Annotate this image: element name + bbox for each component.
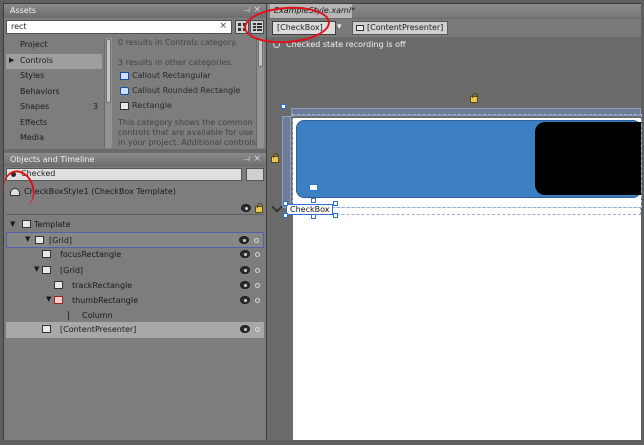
content-presenter-icon bbox=[42, 325, 51, 333]
timeline-toggle-button[interactable] bbox=[246, 168, 264, 181]
category-item-styles[interactable]: Styles bbox=[6, 69, 102, 85]
objects-panel-header: Objects and Timeline ⊣ × bbox=[4, 153, 266, 167]
tree-node-focusrectangle[interactable]: focusRectangle bbox=[6, 247, 264, 263]
resize-handle[interactable] bbox=[333, 201, 338, 206]
asset-results: 0 results in Controls category. 3 result… bbox=[118, 38, 256, 148]
tree-node-template[interactable]: ▼ Template bbox=[6, 217, 264, 233]
visibility-eye-icon[interactable] bbox=[240, 250, 250, 258]
close-icon[interactable]: × bbox=[253, 154, 261, 164]
style-template-scope[interactable]: CheckBoxStyle1 (CheckBox Template) bbox=[6, 186, 264, 200]
rectangle-icon bbox=[120, 102, 129, 110]
results-scrollbar-thumb[interactable] bbox=[258, 39, 263, 67]
visibility-eye-icon[interactable] bbox=[239, 236, 249, 244]
pin-icon[interactable]: ⊣ bbox=[243, 155, 250, 164]
checkbox-label: CheckBox bbox=[290, 205, 330, 214]
category-item-behaviors[interactable]: Behaviors bbox=[6, 85, 102, 101]
category-description: This category shows the common controls … bbox=[118, 118, 256, 147]
category-item-media[interactable]: Media bbox=[6, 131, 102, 147]
thumb-rectangle[interactable] bbox=[535, 122, 641, 195]
property-icon bbox=[68, 311, 72, 320]
lock-icon[interactable] bbox=[470, 93, 478, 103]
assets-search-input[interactable]: rect × bbox=[6, 20, 232, 34]
adorner-handle[interactable] bbox=[281, 104, 286, 109]
assets-panel-title: Assets bbox=[10, 6, 37, 15]
grid-icon bbox=[35, 236, 44, 244]
grid-ruler-left[interactable] bbox=[282, 116, 291, 208]
tree-node-trackrectangle[interactable]: trackRectangle bbox=[6, 278, 264, 294]
tree-node-contentpresenter[interactable]: [ContentPresenter] bbox=[6, 322, 264, 338]
asset-item-callout-rounded-rectangle[interactable]: Callout Rounded Rectangle bbox=[118, 85, 256, 100]
breadcrumb-menu-icon[interactable]: ▾ bbox=[337, 22, 347, 34]
collapse-arrow-icon[interactable]: ▼ bbox=[10, 220, 15, 228]
category-item-controls[interactable]: ▶ Controls bbox=[6, 53, 102, 69]
rectangle-icon bbox=[42, 250, 51, 258]
grid-icon bbox=[42, 266, 51, 274]
collapse-arrow-icon[interactable]: ▼ bbox=[34, 265, 39, 273]
clear-search-icon[interactable]: × bbox=[219, 21, 227, 31]
category-scrollbar-thumb[interactable] bbox=[106, 39, 111, 103]
checkbox-content-presenter[interactable]: CheckBox bbox=[286, 204, 334, 215]
assets-panel-header: Assets ⊣ × bbox=[4, 4, 266, 18]
content-presenter-adorner-icon[interactable] bbox=[309, 184, 318, 191]
template-icon bbox=[22, 220, 31, 228]
divider bbox=[6, 214, 264, 215]
pin-icon[interactable]: ⊣ bbox=[243, 6, 250, 15]
tree-node-thumbrectangle[interactable]: ▼ thumbRectangle bbox=[6, 293, 264, 309]
breadcrumb-part[interactable]: [ContentPresenter] bbox=[352, 21, 448, 35]
objects-panel-title: Objects and Timeline bbox=[10, 155, 95, 164]
resize-handle[interactable] bbox=[311, 198, 316, 203]
style-template-label: CheckBoxStyle1 (CheckBox Template) bbox=[24, 187, 176, 196]
resize-handle[interactable] bbox=[283, 213, 288, 218]
lock-dot-icon[interactable] bbox=[255, 327, 260, 332]
results-scrollbar[interactable] bbox=[256, 38, 264, 148]
show-all-icon[interactable] bbox=[241, 204, 251, 212]
visibility-eye-icon[interactable] bbox=[240, 266, 250, 274]
callout-rounded-icon bbox=[120, 87, 129, 95]
lock-dot-icon[interactable] bbox=[255, 283, 260, 288]
visibility-eye-icon[interactable] bbox=[240, 325, 250, 333]
tree-node-inner-grid[interactable]: ▼ [Grid] bbox=[6, 263, 264, 279]
state-selector[interactable]: Checked bbox=[6, 168, 242, 181]
tree-node-grid[interactable]: ▼ [Grid] bbox=[6, 232, 264, 248]
visibility-eye-icon[interactable] bbox=[240, 296, 250, 304]
lock-dot-icon[interactable] bbox=[254, 238, 259, 243]
content-row-guide bbox=[286, 207, 641, 215]
category-count: 3 bbox=[92, 102, 98, 111]
category-item-effects[interactable]: Effects bbox=[6, 116, 102, 132]
asset-item-rectangle[interactable]: Rectangle bbox=[118, 100, 256, 115]
callout-icon bbox=[120, 72, 129, 80]
resize-handle[interactable] bbox=[283, 201, 288, 206]
lock-icon[interactable] bbox=[271, 153, 279, 163]
visibility-eye-icon[interactable] bbox=[240, 281, 250, 289]
content-presenter-icon bbox=[356, 25, 364, 31]
results-category-count: 0 results in Controls category. bbox=[118, 38, 238, 47]
lock-dot-icon[interactable] bbox=[255, 268, 260, 273]
lock-dot-icon[interactable] bbox=[255, 298, 260, 303]
resize-handle[interactable] bbox=[311, 214, 316, 219]
lock-dot-icon[interactable] bbox=[255, 252, 260, 257]
lock-all-icon[interactable] bbox=[255, 203, 263, 213]
results-other-count: 3 results in other categories. bbox=[118, 58, 234, 67]
category-item-project[interactable]: Project bbox=[6, 38, 102, 54]
rectangle-icon bbox=[54, 281, 63, 289]
collapse-arrow-icon[interactable]: ▼ bbox=[46, 295, 51, 303]
collapse-arrow-icon[interactable]: ▼ bbox=[25, 235, 30, 243]
rectangle-icon bbox=[54, 296, 63, 304]
resize-handle[interactable] bbox=[333, 213, 338, 218]
assets-search-value: rect bbox=[11, 22, 27, 31]
asset-item-callout-rectangular[interactable]: Callout Rectangular bbox=[118, 70, 256, 85]
category-item-shapes[interactable]: Shapes 3 bbox=[6, 100, 102, 116]
assets-category-list: Project ▶ Controls Styles Behaviors Shape… bbox=[6, 38, 102, 147]
expand-arrow-icon: ▶ bbox=[9, 55, 15, 64]
category-scrollbar[interactable] bbox=[104, 38, 112, 148]
objects-empty-area bbox=[4, 340, 266, 440]
